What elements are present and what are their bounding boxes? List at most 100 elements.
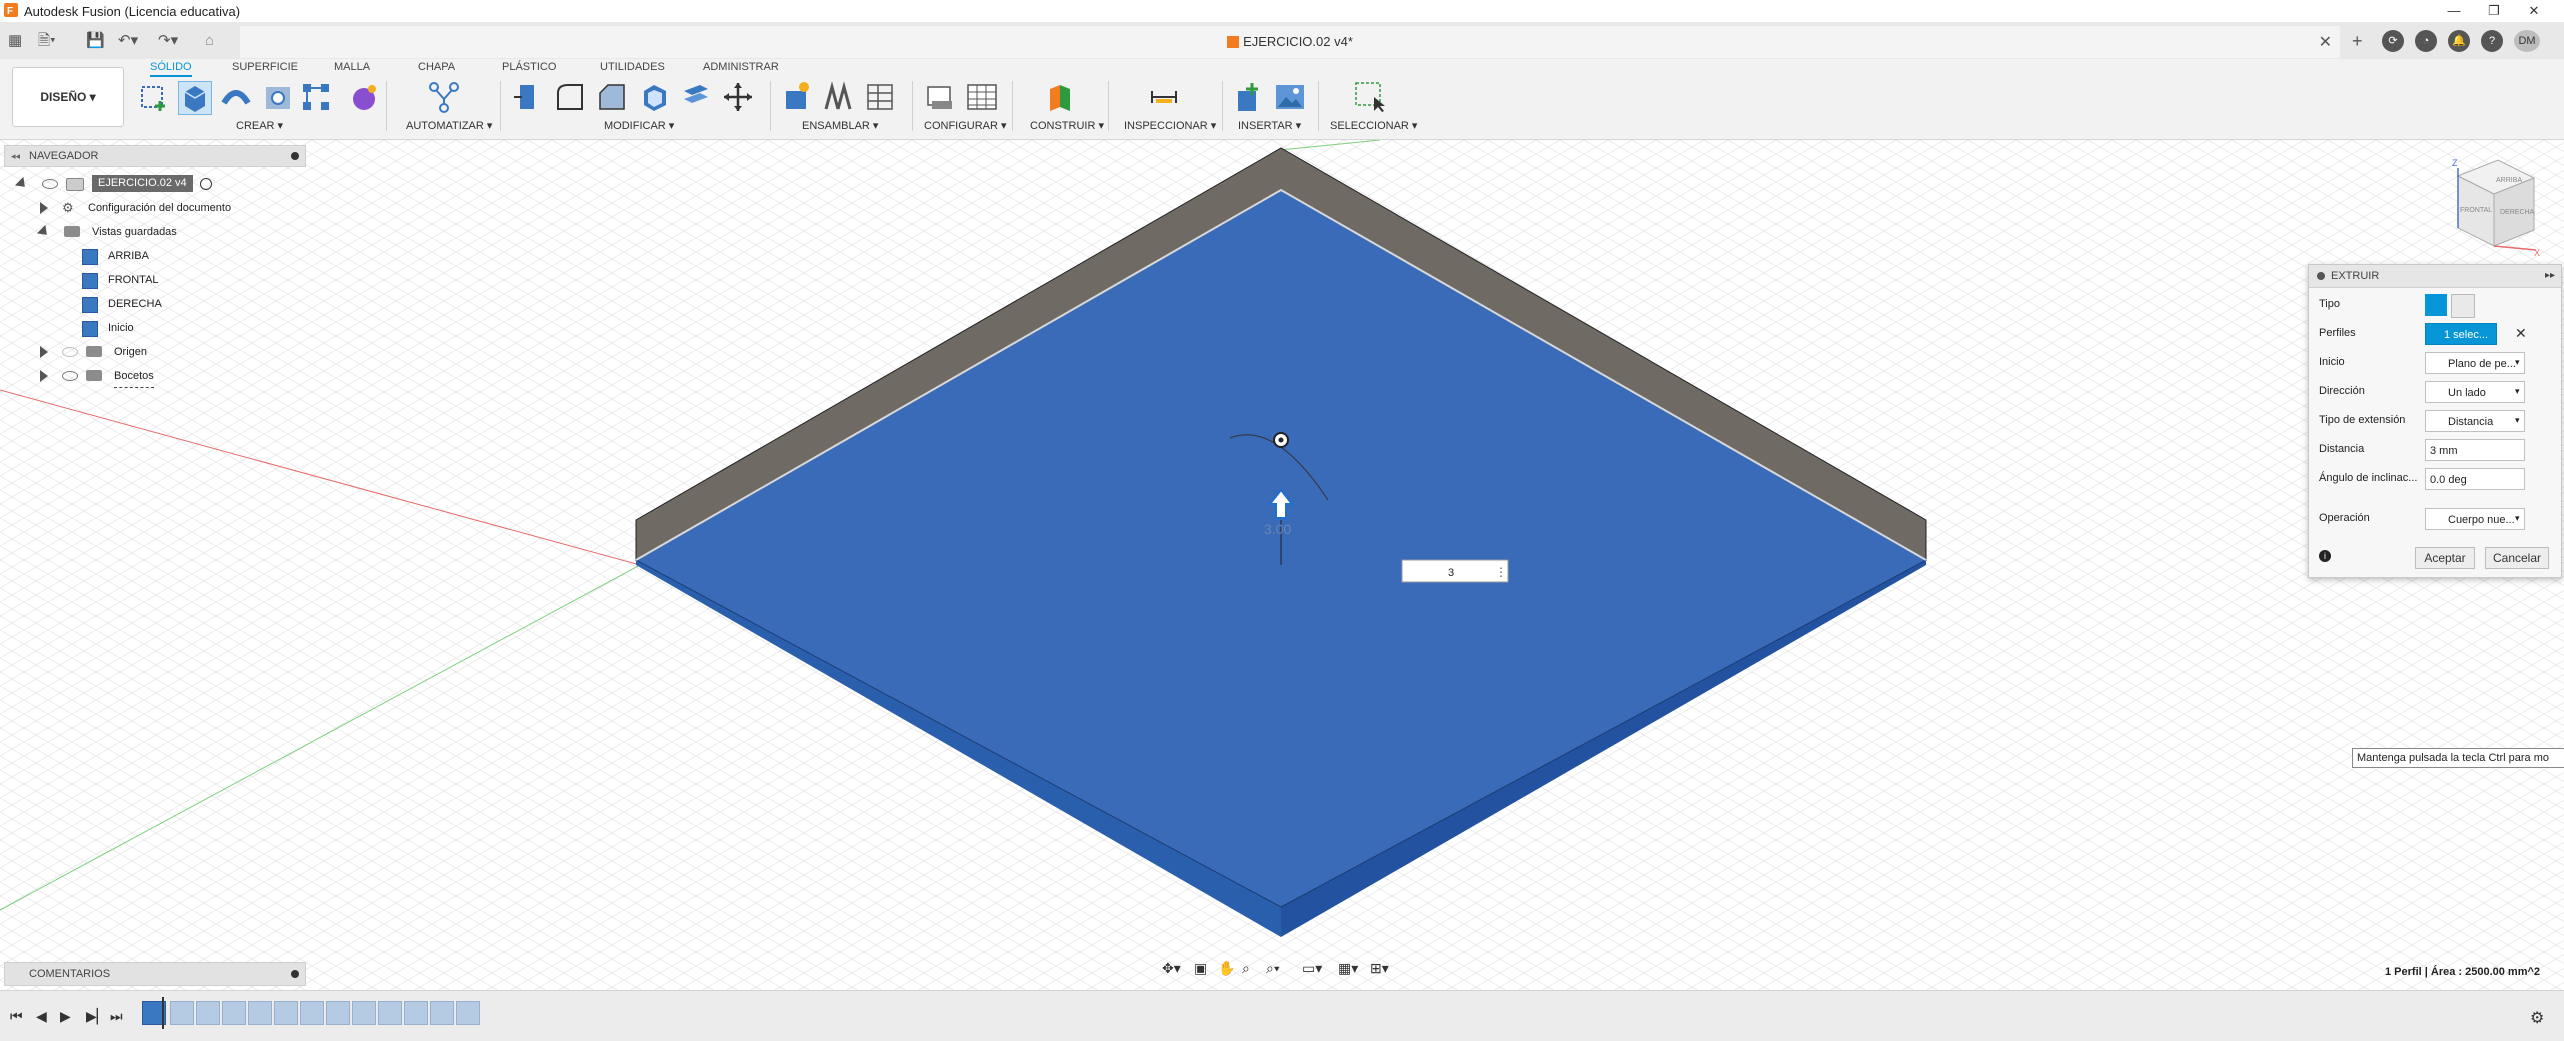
grid-snap-icon[interactable]: ▦▾ xyxy=(1338,960,1358,977)
insert-derive-icon[interactable] xyxy=(1232,81,1264,113)
group-construir[interactable]: CONSTRUIR ▾ xyxy=(1030,119,1104,132)
chevron-down-icon[interactable]: ▾ xyxy=(2515,513,2520,524)
group-ensamblar[interactable]: ENSAMBLAR ▾ xyxy=(802,119,878,132)
select-window-icon[interactable] xyxy=(1354,81,1386,113)
hole-icon[interactable] xyxy=(262,81,294,113)
nav-item-config[interactable]: ⚙ Configuración del documento xyxy=(4,197,304,219)
visibility-eye-icon[interactable] xyxy=(62,347,78,357)
group-inspeccionar[interactable]: INSPECCIONAR ▾ xyxy=(1124,119,1216,132)
group-seleccionar[interactable]: SELECCIONAR ▾ xyxy=(1330,119,1417,132)
timeline-feature[interactable] xyxy=(274,1001,298,1025)
timeline-feature[interactable] xyxy=(300,1001,324,1025)
chamfer-icon[interactable] xyxy=(596,81,628,113)
tab-superficie[interactable]: SUPERFICIE xyxy=(232,59,298,75)
configure-icon[interactable] xyxy=(924,81,956,113)
timeline-feature[interactable] xyxy=(352,1001,376,1025)
extrude-type-solid-icon[interactable] xyxy=(2425,294,2447,316)
timeline-feature[interactable] xyxy=(222,1001,246,1025)
timeline-settings-gear-icon[interactable]: ⚙ xyxy=(2530,1008,2544,1028)
timeline-marker[interactable] xyxy=(162,997,164,1029)
zoom-window-icon[interactable]: ⌕▾ xyxy=(1266,960,1280,977)
timeline-feature[interactable] xyxy=(326,1001,350,1025)
navigator-header[interactable]: ◂◂ NAVEGADOR xyxy=(4,145,306,167)
model-canvas[interactable]: 3.00 3 ⋮ ARRIBA FRONTAL DERECHA Z X xyxy=(0,140,2564,990)
pattern-icon[interactable] xyxy=(300,81,332,113)
construct-plane-icon[interactable] xyxy=(1044,81,1076,113)
job-status-icon[interactable]: ◔ xyxy=(2415,30,2437,52)
close-window-button[interactable]: ✕ xyxy=(2514,0,2554,22)
minimize-button[interactable]: — xyxy=(2434,0,2474,22)
ok-button[interactable]: Aceptar xyxy=(2415,547,2475,569)
info-icon[interactable]: i xyxy=(2319,550,2331,562)
measure-icon[interactable] xyxy=(1148,81,1180,113)
direction-select[interactable]: Un lado xyxy=(2425,381,2525,403)
extrude-type-thin-icon[interactable] xyxy=(2451,294,2475,318)
shell-icon[interactable] xyxy=(638,81,670,113)
zoom-icon[interactable]: ⌕ xyxy=(1242,960,1250,977)
document-tab[interactable]: EJERCICIO.02 v4* ✕ xyxy=(240,26,2340,58)
group-insertar[interactable]: INSERTAR ▾ xyxy=(1238,119,1301,132)
chevron-down-icon[interactable]: ▾ xyxy=(2515,386,2520,397)
collapse-dialog-icon[interactable] xyxy=(2317,272,2325,280)
redo-icon[interactable]: ↷▾ xyxy=(158,30,178,52)
activate-radio-icon[interactable] xyxy=(200,178,212,190)
file-menu-icon[interactable]: 🗎▾ xyxy=(38,30,56,52)
nav-item-origen[interactable]: Origen xyxy=(4,341,304,363)
close-tab-icon[interactable]: ✕ xyxy=(2319,32,2332,52)
taper-angle-field[interactable]: 0.0 deg xyxy=(2425,468,2525,490)
notifications-icon[interactable]: 🔔 xyxy=(2448,30,2470,52)
viewports-icon[interactable]: ⊞▾ xyxy=(1370,960,1389,977)
look-at-icon[interactable]: ▣ xyxy=(1194,960,1207,977)
tab-chapa[interactable]: CHAPA xyxy=(418,59,455,75)
extent-type-select[interactable]: Distancia xyxy=(2425,410,2525,432)
pin-icon[interactable] xyxy=(291,152,299,160)
create-form-icon[interactable] xyxy=(348,81,380,113)
chevron-down-icon[interactable]: ▾ xyxy=(2515,357,2520,368)
apps-grid-icon[interactable]: ▦ xyxy=(8,30,22,52)
distance-field[interactable]: 3 mm xyxy=(2425,439,2525,461)
3d-viewport[interactable]: 3.00 3 ⋮ ARRIBA FRONTAL DERECHA Z X xyxy=(0,140,2564,990)
visibility-eye-icon[interactable] xyxy=(42,179,58,189)
nav-item-view-frontal[interactable]: FRONTAL xyxy=(4,269,304,291)
pan-icon[interactable]: ✋ xyxy=(1218,960,1235,977)
timeline-feature[interactable] xyxy=(170,1001,194,1025)
assembly-table-icon[interactable] xyxy=(864,81,896,113)
collapse-arrow-icon[interactable] xyxy=(36,224,52,240)
nav-item-saved-views[interactable]: Vistas guardadas xyxy=(4,221,304,243)
tab-plastico[interactable]: PLÁSTICO xyxy=(502,59,556,75)
distance-input-value[interactable]: 3 xyxy=(1448,567,1454,579)
tab-administrar[interactable]: ADMINISTRAR xyxy=(703,59,779,75)
timeline-feature[interactable] xyxy=(248,1001,272,1025)
restore-button[interactable]: ❐ xyxy=(2474,0,2514,22)
tab-malla[interactable]: MALLA xyxy=(334,59,370,75)
help-icon[interactable]: ? xyxy=(2481,30,2503,52)
nav-item-view-arriba[interactable]: ARRIBA xyxy=(4,245,304,267)
expand-arrow-icon[interactable] xyxy=(40,202,48,214)
new-tab-icon[interactable]: + xyxy=(2352,30,2363,52)
expand-dialog-icon[interactable]: ▸▸ xyxy=(2545,265,2555,287)
step-forward-icon[interactable]: ▶▏ xyxy=(86,1008,108,1025)
extensions-icon[interactable]: ⟳ xyxy=(2382,30,2404,52)
timeline-feature[interactable] xyxy=(430,1001,454,1025)
insert-canvas-icon[interactable] xyxy=(1274,81,1306,113)
collapse-icon[interactable]: ◂◂ xyxy=(11,146,20,166)
pin-icon[interactable] xyxy=(291,970,299,978)
workspace-selector[interactable]: DISEÑO ▾ xyxy=(12,67,124,127)
visibility-eye-icon[interactable] xyxy=(62,371,78,381)
timeline-feature[interactable] xyxy=(456,1001,480,1025)
profiles-selection[interactable]: 1 selec... xyxy=(2425,323,2497,345)
new-component-icon[interactable] xyxy=(780,81,812,113)
create-sketch-icon[interactable] xyxy=(138,81,170,113)
timeline-feature[interactable] xyxy=(404,1001,428,1025)
nav-item-bocetos[interactable]: Bocetos xyxy=(4,365,304,388)
home-icon[interactable]: ⌂ xyxy=(205,30,214,52)
orbit-icon[interactable]: ✥▾ xyxy=(1162,960,1181,977)
configuration-table-icon[interactable] xyxy=(966,81,998,113)
revolve-icon[interactable] xyxy=(220,81,252,113)
group-automatizar[interactable]: AUTOMATIZAR ▾ xyxy=(406,119,492,132)
start-select[interactable]: Plano de pe... xyxy=(2425,352,2525,374)
joint-icon[interactable] xyxy=(822,81,854,113)
comments-panel[interactable]: COMENTARIOS xyxy=(4,962,306,986)
tab-solido[interactable]: SÓLIDO xyxy=(150,59,192,77)
group-configurar[interactable]: CONFIGURAR ▾ xyxy=(924,119,1007,132)
